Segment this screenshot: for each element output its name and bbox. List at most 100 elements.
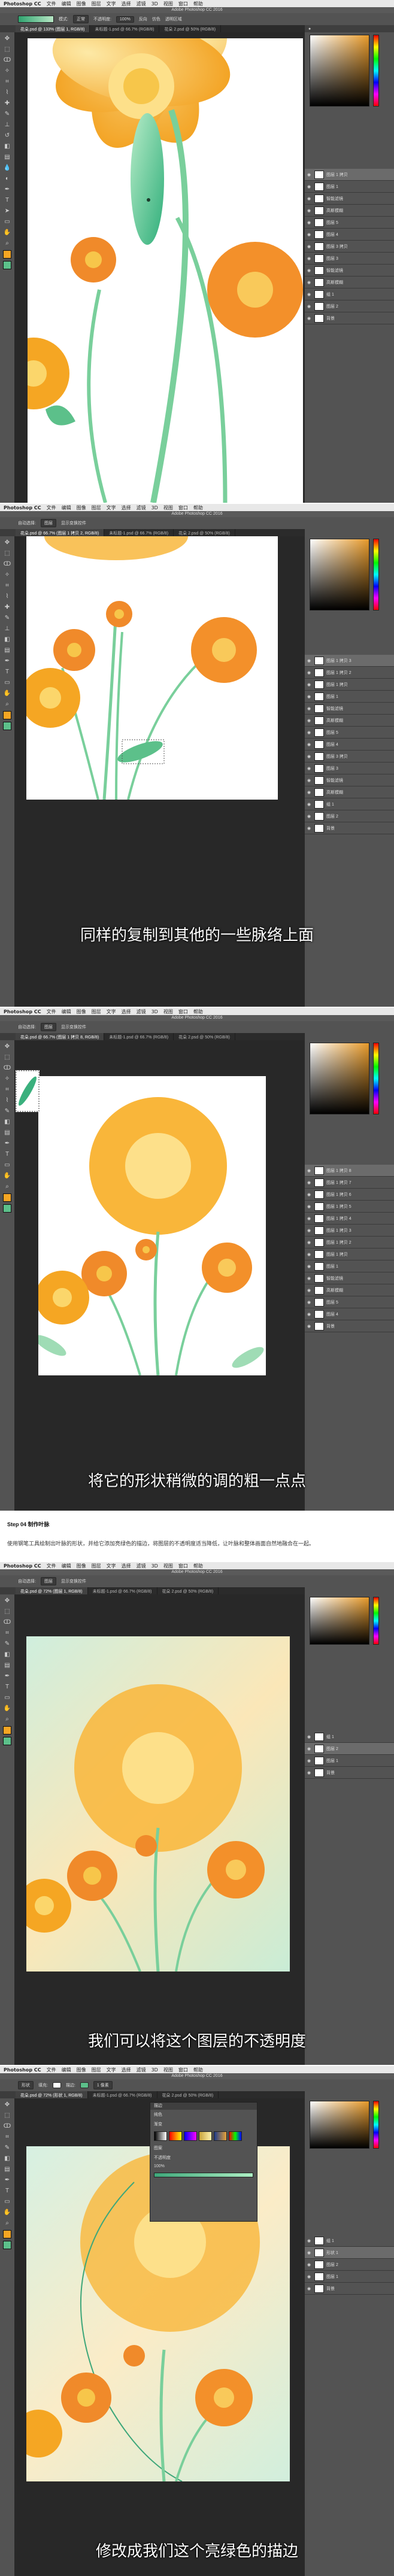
healing-tool-icon[interactable]: ✚ bbox=[3, 603, 11, 612]
layer-row[interactable]: ◉ 高斯模糊 bbox=[305, 205, 394, 217]
stamp-tool-icon[interactable]: ⊥ bbox=[3, 121, 11, 129]
menu-file[interactable]: 文件 bbox=[47, 1008, 56, 1015]
wand-tool-icon[interactable]: ✧ bbox=[3, 1075, 11, 1083]
layer-row[interactable]: ◉ 图层 1 拷贝 4 bbox=[305, 1213, 394, 1225]
layer-row[interactable]: ◉ 图层 1 拷贝 6 bbox=[305, 1189, 394, 1201]
layer-row[interactable]: ◉ 图层 4 bbox=[305, 1308, 394, 1320]
visibility-icon[interactable]: ◉ bbox=[307, 1168, 312, 1173]
color-field[interactable] bbox=[310, 2101, 369, 2149]
menu-filter[interactable]: 滤镜 bbox=[137, 2067, 146, 2073]
pen-tool-icon[interactable]: ✒ bbox=[3, 186, 11, 194]
layer-row[interactable]: ◉ 图层 1 拷贝 2 bbox=[305, 1237, 394, 1248]
marquee-tool-icon[interactable]: ⬚ bbox=[3, 1608, 11, 1616]
eyedropper-tool-icon[interactable]: ⌇ bbox=[3, 593, 11, 601]
layer-row[interactable]: ◉ 背景 bbox=[305, 312, 394, 324]
app-menu[interactable]: Photoshop CC bbox=[4, 505, 41, 511]
menu-edit[interactable]: 编辑 bbox=[62, 2067, 71, 2073]
visibility-icon[interactable]: ◉ bbox=[307, 1228, 312, 1233]
menu-file[interactable]: 文件 bbox=[47, 505, 56, 511]
zoom-tool-icon[interactable]: ⌕ bbox=[3, 700, 11, 709]
layer-row[interactable]: ◉ 背景 bbox=[305, 1767, 394, 1779]
visibility-icon[interactable]: ◉ bbox=[307, 2262, 312, 2267]
doc-tab[interactable]: 未标题-1.psd @ 66.7% (RGB/8) bbox=[88, 2091, 157, 2098]
fill-swatch[interactable] bbox=[52, 2082, 61, 2088]
layer-row[interactable]: ◉ 组 1 bbox=[305, 288, 394, 300]
visibility-icon[interactable]: ◉ bbox=[307, 292, 312, 297]
layer-row[interactable]: ◉ 智能滤镜 bbox=[305, 703, 394, 715]
layer-row[interactable]: ◉ 智能滤镜 bbox=[305, 265, 394, 277]
layer-row[interactable]: ◉ 图层 2 bbox=[305, 1743, 394, 1755]
visibility-icon[interactable]: ◉ bbox=[307, 1192, 312, 1197]
move-tool-icon[interactable]: ✥ bbox=[3, 539, 11, 547]
layer-row[interactable]: ◉ 图层 3 bbox=[305, 253, 394, 265]
visibility-icon[interactable]: ◉ bbox=[307, 256, 312, 261]
visibility-icon[interactable]: ◉ bbox=[307, 2286, 312, 2291]
lasso-tool-icon[interactable]: ↀ bbox=[3, 1618, 11, 1627]
menu-filter[interactable]: 滤镜 bbox=[137, 1, 146, 7]
visibility-icon[interactable]: ◉ bbox=[307, 2274, 312, 2279]
lasso-tool-icon[interactable]: ↀ bbox=[3, 560, 11, 569]
visibility-icon[interactable]: ◉ bbox=[307, 220, 312, 225]
layer-row[interactable]: ◉ 图层 5 bbox=[305, 1296, 394, 1308]
hue-slider[interactable] bbox=[373, 1597, 379, 1645]
menu-window[interactable]: 窗口 bbox=[178, 1008, 188, 1015]
menu-3d[interactable]: 3D bbox=[151, 1563, 158, 1569]
menu-image[interactable]: 图像 bbox=[77, 1, 86, 7]
visibility-icon[interactable]: ◉ bbox=[307, 694, 312, 699]
layer-row[interactable]: ◉ 图层 1 拷贝 bbox=[305, 679, 394, 691]
visibility-icon[interactable]: ◉ bbox=[307, 184, 312, 189]
menu-edit[interactable]: 编辑 bbox=[62, 505, 71, 511]
visibility-icon[interactable]: ◉ bbox=[307, 2238, 312, 2243]
zoom-tool-icon[interactable]: ⌕ bbox=[3, 2219, 11, 2228]
layer-row[interactable]: ◉ 图层 3 拷贝 bbox=[305, 751, 394, 763]
doc-tab[interactable]: 花朵.psd @ 72% (图层 1, RGB/8) bbox=[16, 1587, 88, 1594]
wand-tool-icon[interactable]: ✧ bbox=[3, 571, 11, 579]
doc-tab[interactable]: 花朵 2.psd @ 50% (RGB/8) bbox=[174, 529, 235, 536]
type-tool-icon[interactable]: T bbox=[3, 2187, 11, 2195]
opacity-field[interactable]: 100% bbox=[116, 16, 134, 23]
document-canvas[interactable] bbox=[38, 1076, 266, 1375]
menu-filter[interactable]: 滤镜 bbox=[137, 1008, 146, 1015]
doc-tab[interactable]: 花朵.psd @ 66.7% (图层 1 拷贝 2, RGB/8) bbox=[16, 529, 105, 536]
visibility-icon[interactable]: ◉ bbox=[307, 232, 312, 237]
auto-select-dropdown[interactable]: 图层 bbox=[40, 519, 56, 527]
menu-type[interactable]: 文字 bbox=[107, 1, 116, 7]
gradient-swatch[interactable] bbox=[154, 2131, 167, 2141]
pen-tool-icon[interactable]: ✒ bbox=[3, 2176, 11, 2185]
gradient-swatch[interactable] bbox=[169, 2131, 182, 2141]
doc-tab[interactable]: 未标题-1.psd @ 66.7% (RGB/8) bbox=[88, 1587, 157, 1594]
brush-tool-icon[interactable]: ✎ bbox=[3, 1107, 11, 1116]
layer-row[interactable]: ◉ 图层 1 拷贝 2 bbox=[305, 667, 394, 679]
crop-tool-icon[interactable]: ⌗ bbox=[3, 2133, 11, 2141]
layer-row[interactable]: ◉ 图层 1 拷贝 3 bbox=[305, 655, 394, 667]
visibility-icon[interactable]: ◉ bbox=[307, 1264, 312, 1269]
layer-row[interactable]: ◉ 图层 1 bbox=[305, 1260, 394, 1272]
brush-tool-icon[interactable]: ✎ bbox=[3, 2144, 11, 2152]
visibility-icon[interactable]: ◉ bbox=[307, 1204, 312, 1209]
hand-tool-icon[interactable]: ✋ bbox=[3, 229, 11, 237]
visibility-icon[interactable]: ◉ bbox=[307, 730, 312, 735]
menu-help[interactable]: 帮助 bbox=[193, 1, 203, 7]
lasso-tool-icon[interactable]: ↀ bbox=[3, 56, 11, 65]
layer-row[interactable]: ◉ 图层 1 bbox=[305, 1755, 394, 1767]
zoom-tool-icon[interactable]: ⌕ bbox=[3, 239, 11, 248]
menu-3d[interactable]: 3D bbox=[151, 1009, 158, 1014]
visibility-icon[interactable]: ◉ bbox=[307, 766, 312, 771]
menu-view[interactable]: 视图 bbox=[163, 1008, 173, 1015]
hand-tool-icon[interactable]: ✋ bbox=[3, 1172, 11, 1180]
background-color-swatch[interactable] bbox=[3, 1737, 11, 1745]
menu-view[interactable]: 视图 bbox=[163, 505, 173, 511]
gradient-tool-icon[interactable]: ▤ bbox=[3, 646, 11, 655]
stroke-width-field[interactable]: 1 像素 bbox=[93, 2081, 113, 2089]
visibility-icon[interactable]: ◉ bbox=[307, 1276, 312, 1281]
shape-tool-icon[interactable]: ▭ bbox=[3, 218, 11, 226]
layer-row[interactable]: ◉ 图层 5 bbox=[305, 727, 394, 739]
visibility-icon[interactable]: ◉ bbox=[307, 1252, 312, 1257]
menu-3d[interactable]: 3D bbox=[151, 2067, 158, 2073]
background-color-swatch[interactable] bbox=[3, 261, 11, 269]
color-field[interactable] bbox=[310, 1043, 369, 1114]
stroke-swatch[interactable] bbox=[80, 2082, 89, 2088]
transparency-checkbox[interactable]: 透明区域 bbox=[165, 16, 182, 22]
menu-type[interactable]: 文字 bbox=[107, 505, 116, 511]
doc-tab[interactable]: 花朵 2.psd @ 50% (RGB/8) bbox=[157, 2091, 219, 2098]
